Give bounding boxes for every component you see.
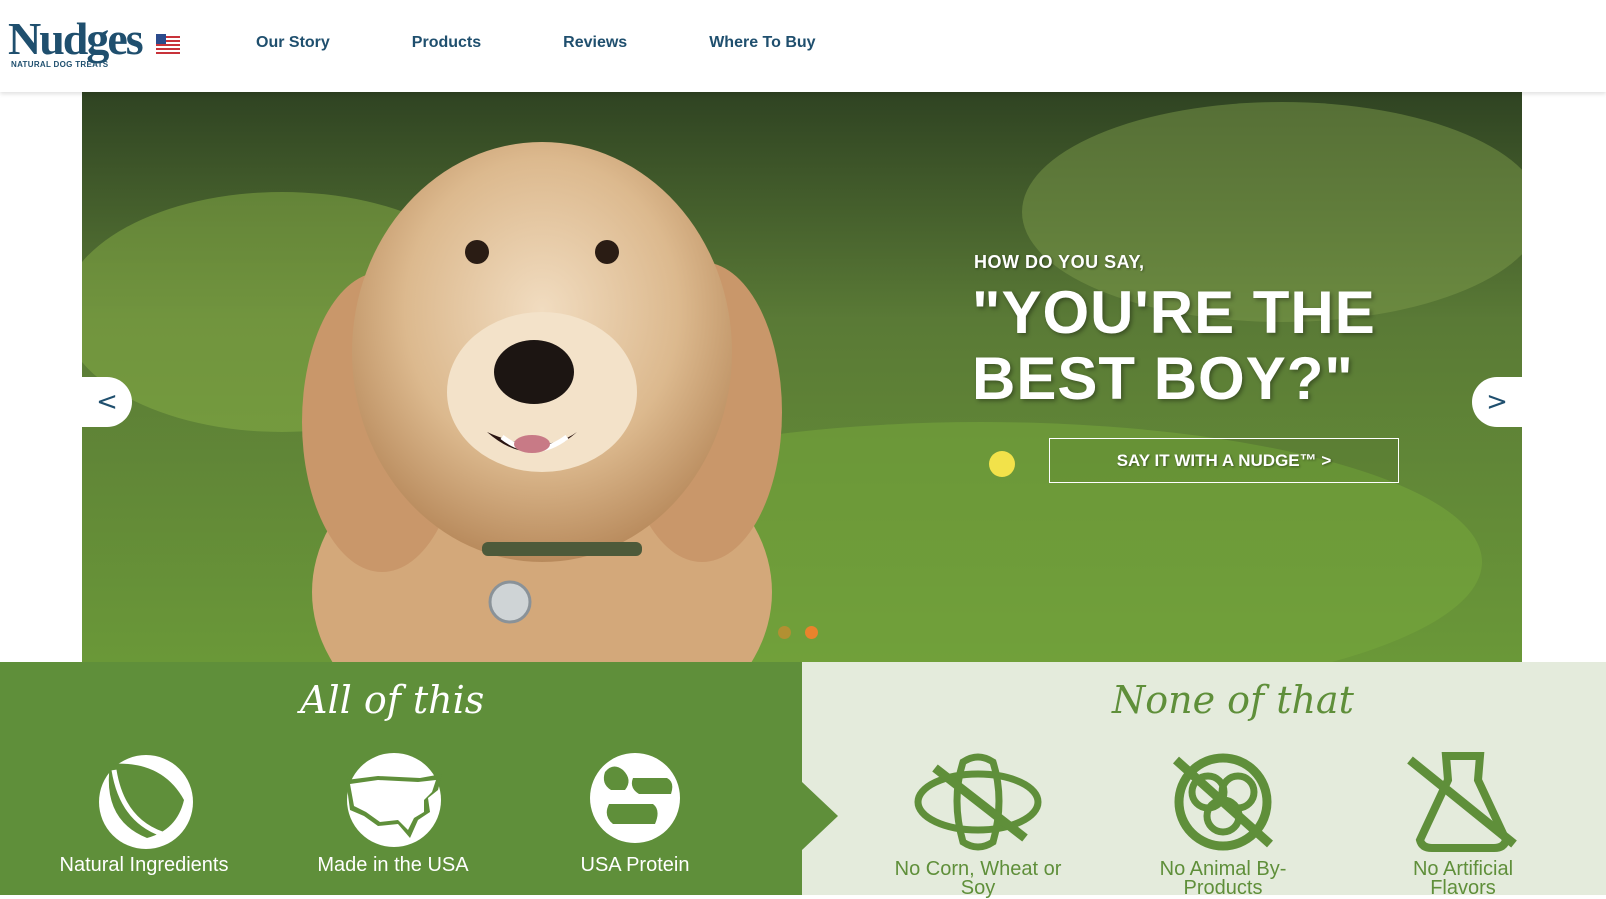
farm-animals-icon xyxy=(590,753,680,843)
brand-name: Nudges xyxy=(8,13,144,64)
hero-subtitle: HOW DO YOU SAY, xyxy=(974,252,1145,272)
hero-title: "YOU'RE THE BEST BOY?" xyxy=(972,279,1376,412)
carousel-prev-button[interactable]: < xyxy=(82,377,132,427)
hero-carousel: HOW DO YOU SAY, "YOU'RE THE BEST BOY?" S… xyxy=(82,92,1522,662)
no-flask-icon xyxy=(1407,752,1517,852)
feature-natural-ingredients: Natural Ingredients xyxy=(59,750,229,875)
feature-label: USA Protein xyxy=(580,854,690,876)
feature-no-artificial-flavors: No Artificial Flavors xyxy=(1378,750,1548,898)
main-nav: Our Story Products Reviews Where To Buy xyxy=(256,34,898,52)
feature-made-in-usa: Made in the USA xyxy=(308,750,478,875)
site-header: Nudges NATURAL DOG TREATS Our Story Prod… xyxy=(0,0,1606,92)
nav-reviews[interactable]: Reviews xyxy=(563,34,627,52)
brand-logo[interactable]: Nudges NATURAL DOG TREATS xyxy=(8,16,183,74)
nav-products[interactable]: Products xyxy=(412,34,481,52)
none-of-that-title: None of that xyxy=(1112,678,1354,722)
no-byproducts-icon xyxy=(1173,753,1273,851)
feature-no-byproducts: No Animal By-Products xyxy=(1138,750,1308,898)
feature-label: No Artificial Flavors xyxy=(1412,858,1514,899)
no-corn-icon xyxy=(914,753,1042,851)
feature-label: No Animal By-Products xyxy=(1159,858,1287,899)
nav-our-story[interactable]: Our Story xyxy=(256,34,330,52)
brand-tagline: NATURAL DOG TREATS xyxy=(11,60,109,69)
carousel-dot-1[interactable] xyxy=(778,626,791,639)
all-of-this-title: All of this xyxy=(300,678,485,722)
leaf-icon xyxy=(99,755,193,849)
carousel-dot-2[interactable] xyxy=(805,626,818,639)
feature-no-corn: No Corn, Wheat or Soy xyxy=(893,750,1063,898)
hero-cta-button[interactable]: SAY IT WITH A NUDGE™ > xyxy=(1049,438,1399,483)
chevron-right-icon: > xyxy=(1486,387,1508,417)
feature-label: No Corn, Wheat or Soy xyxy=(894,858,1062,899)
feature-label: Natural Ingredients xyxy=(59,854,229,876)
us-flag-icon xyxy=(156,34,180,56)
chevron-left-icon: < xyxy=(96,387,118,417)
usa-map-icon xyxy=(346,753,442,847)
carousel-dots xyxy=(778,626,832,639)
feature-usa-protein: USA Protein xyxy=(550,750,720,875)
nav-where-to-buy[interactable]: Where To Buy xyxy=(709,34,815,52)
carousel-next-button[interactable]: > xyxy=(1472,377,1522,427)
feature-label: Made in the USA xyxy=(317,854,469,876)
panel-arrow-divider xyxy=(802,782,838,850)
